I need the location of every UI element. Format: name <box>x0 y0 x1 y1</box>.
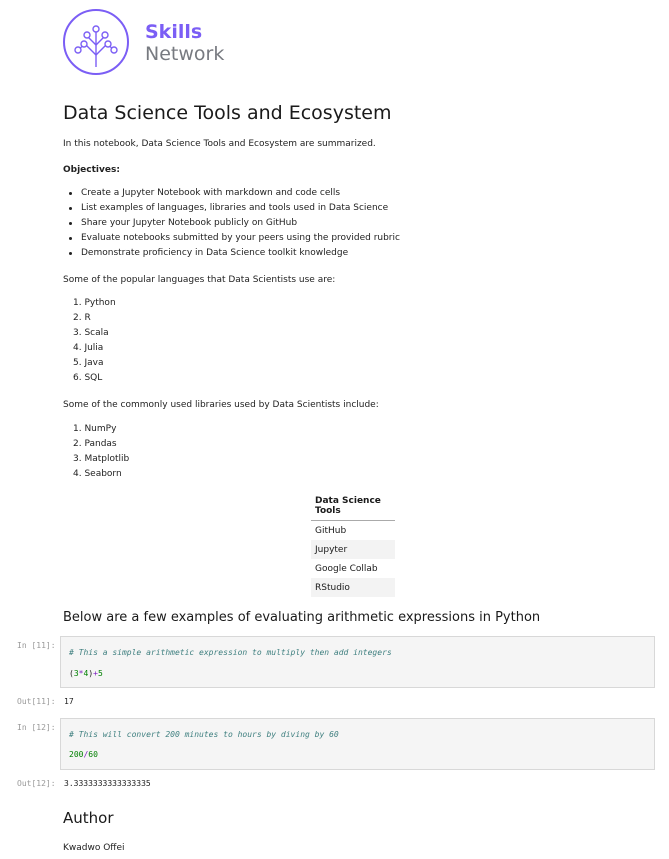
arithmetic-heading: Below are a few examples of evaluating a… <box>63 610 541 625</box>
output-prompt: Out[11]: <box>17 697 56 706</box>
table-header: Data Science Tools <box>311 494 395 521</box>
list-item: 3. Scala <box>73 328 109 338</box>
list-item: Evaluate notebooks submitted by your pee… <box>63 231 563 246</box>
cell-output: 3.3333333333333335 <box>64 779 151 788</box>
author-name: Kwadwo Offei <box>63 843 125 853</box>
code-cell[interactable]: # This a simple arithmetic expression to… <box>60 636 655 688</box>
languages-intro: Some of the popular languages that Data … <box>63 275 336 285</box>
page-title: Data Science Tools and Ecosystem <box>63 102 392 124</box>
code-line: (3*4)+5 <box>69 669 103 678</box>
table-cell: Google Collab <box>311 559 395 578</box>
code-token: 5 <box>97 669 103 678</box>
table-cell: GitHub <box>311 520 395 540</box>
list-item: Share your Jupyter Notebook publicly on … <box>63 216 563 231</box>
output-prompt: Out[12]: <box>17 779 56 788</box>
libraries-intro: Some of the commonly used libraries used… <box>63 400 379 410</box>
cell-output: 17 <box>64 697 74 706</box>
logo-text-skills: Skills <box>145 21 203 43</box>
code-comment: # This will convert 200 minutes to hours… <box>69 730 339 739</box>
input-prompt: In [12]: <box>17 723 56 732</box>
intro-text: In this notebook, Data Science Tools and… <box>63 139 376 149</box>
code-line: 200/60 <box>69 750 98 759</box>
list-item: List examples of languages, libraries an… <box>63 201 563 216</box>
list-item: 3. Matplotlib <box>73 454 130 464</box>
list-item: 1. Python <box>73 298 116 308</box>
languages-list: 1. Python 2. R 3. Scala 4. Julia 5. Java… <box>73 296 116 386</box>
author-heading: Author <box>63 809 114 827</box>
table-cell: RStudio <box>311 578 395 597</box>
code-cell[interactable]: # This will convert 200 minutes to hours… <box>60 718 655 770</box>
objectives-list: Create a Jupyter Notebook with markdown … <box>63 186 563 261</box>
list-item: 1. NumPy <box>73 424 117 434</box>
tools-table: Data Science Tools GitHub Jupyter Google… <box>311 494 395 597</box>
code-token: 200 <box>69 750 84 759</box>
code-token: 60 <box>88 750 98 759</box>
logo-text-network: Network <box>145 43 225 65</box>
list-item: 2. R <box>73 313 91 323</box>
table-cell: Jupyter <box>311 540 395 559</box>
libraries-list: 1. NumPy 2. Pandas 3. Matplotlib 4. Seab… <box>73 422 129 482</box>
list-item: 4. Seaborn <box>73 469 122 479</box>
code-comment: # This a simple arithmetic expression to… <box>69 648 392 657</box>
list-item: 2. Pandas <box>73 439 117 449</box>
list-item: Demonstrate proficiency in Data Science … <box>63 246 563 261</box>
objectives-heading: Objectives: <box>63 165 120 175</box>
list-item: 5. Java <box>73 358 104 368</box>
input-prompt: In [11]: <box>17 641 56 650</box>
list-item: 6. SQL <box>73 373 103 383</box>
network-tree-icon <box>63 9 129 75</box>
list-item: Create a Jupyter Notebook with markdown … <box>63 186 563 201</box>
list-item: 4. Julia <box>73 343 104 353</box>
